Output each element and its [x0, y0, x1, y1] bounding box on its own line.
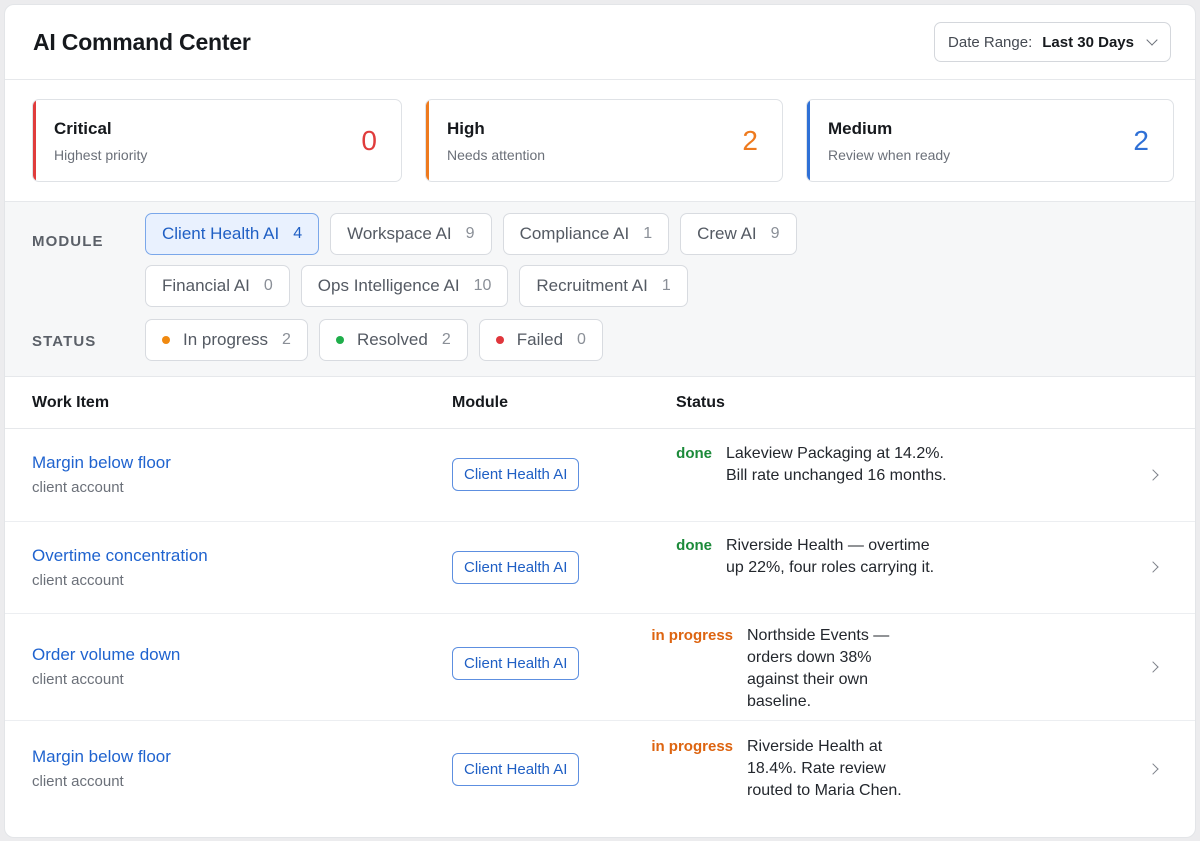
status-filter-label: STATUS: [32, 333, 97, 350]
chip-label: In progress: [183, 330, 269, 349]
module-chip-workspace-ai[interactable]: Workspace AI 9: [330, 213, 492, 255]
module-chips: Client Health AI 4 Workspace AI 9 Compli…: [145, 213, 845, 307]
date-range-dropdown[interactable]: Date Range: Last 30 Days: [934, 22, 1171, 62]
column-header-work-item: Work Item: [32, 393, 110, 411]
date-range-label: Date Range:: [948, 33, 1033, 51]
table-row[interactable]: Margin below floor client account Client…: [5, 721, 1195, 821]
module-filter-row: MODULE Client Health AI 4 Workspace AI 9…: [32, 213, 1171, 307]
chip-count: 4: [293, 225, 303, 242]
module-badge[interactable]: Client Health AI: [452, 753, 580, 786]
filter-panel: MODULE Client Health AI 4 Workspace AI 9…: [5, 202, 1195, 377]
chip-count: 0: [577, 331, 586, 348]
status-chips: In progress 2 Resolved 2 Failed 0: [145, 319, 845, 361]
chip-label: Resolved: [356, 330, 428, 349]
module-chip-recruitment-ai[interactable]: Recruitment AI 1: [519, 265, 688, 307]
chevron-right-icon[interactable]: [1147, 469, 1159, 481]
status-chip-failed[interactable]: Failed 0: [478, 319, 603, 361]
module-chip-ops-intelligence-ai[interactable]: Ops Intelligence AI 10: [300, 265, 509, 307]
module-badge[interactable]: Client Health AI: [452, 458, 580, 491]
chip-count: 2: [441, 331, 451, 348]
priority-cards: Critical Highest priority 0 High Needs a…: [5, 80, 1195, 202]
table-header: Work Item Module Status: [5, 377, 1195, 429]
card-subtitle: Highest priority: [54, 146, 148, 163]
work-item-title-link[interactable]: Order volume down: [32, 645, 180, 665]
work-item-title-link[interactable]: Margin below floor: [32, 453, 171, 473]
status-text: in progress: [651, 738, 733, 755]
module-chip-crew-ai[interactable]: Crew AI 9: [680, 213, 797, 255]
work-item-subtitle: client account: [32, 479, 124, 496]
module-chip-financial-ai[interactable]: Financial AI 0: [145, 265, 290, 307]
chevron-right-icon[interactable]: [1147, 561, 1159, 573]
status-description: Lakeview Packaging at 14.2%. Bill rate u…: [726, 445, 947, 484]
chip-label: Financial AI: [162, 276, 250, 295]
chip-label: Workspace AI: [347, 224, 452, 243]
status-chip-in-progress[interactable]: In progress 2: [145, 319, 308, 361]
work-item-title-link[interactable]: Margin below floor: [32, 747, 171, 767]
status-chip-resolved[interactable]: Resolved 2: [318, 319, 468, 361]
page-title: AI Command Center: [33, 28, 251, 55]
chip-label: Failed: [516, 330, 564, 349]
page-header: AI Command Center Date Range: Last 30 Da…: [5, 5, 1195, 80]
module-chip-client-health-ai[interactable]: Client Health AI 4: [145, 213, 320, 255]
chip-label: Ops Intelligence AI: [317, 276, 460, 295]
card-title: Critical: [54, 118, 112, 138]
status-filter-row: STATUS In progress 2 Resolved 2 Failed 0: [32, 319, 1171, 361]
date-range-value: Last 30 Days: [1042, 33, 1134, 51]
chevron-down-icon: [1146, 34, 1158, 46]
chip-label: Compliance AI: [519, 224, 630, 243]
chip-count: 1: [661, 277, 671, 294]
chip-label: Crew AI: [697, 224, 757, 243]
card-count: 2: [1133, 124, 1149, 156]
work-item-cell: Margin below floor client account: [32, 747, 171, 790]
priority-card-medium[interactable]: Medium Review when ready 2: [806, 99, 1174, 182]
work-item-cell: Order volume down client account: [32, 645, 180, 688]
work-item-subtitle: client account: [32, 572, 124, 589]
status-text: done: [676, 445, 712, 462]
work-item-subtitle: client account: [32, 671, 124, 688]
column-header-status: Status: [676, 393, 725, 411]
status-dot-icon: [162, 336, 170, 344]
module-chip-compliance-ai[interactable]: Compliance AI 1: [502, 213, 670, 255]
card-title: High: [447, 118, 485, 138]
card-subtitle: Review when ready: [828, 146, 951, 163]
chip-label: Client Health AI: [162, 224, 280, 243]
status-text: done: [676, 537, 712, 554]
table-row[interactable]: Margin below floor client account Client…: [5, 429, 1195, 522]
status-description: Riverside Health at 18.4%. Rate review r…: [747, 738, 902, 799]
chip-count: 9: [770, 225, 780, 242]
chip-label: Recruitment AI: [536, 276, 648, 295]
table-row[interactable]: Overtime concentration client account Cl…: [5, 522, 1195, 614]
status-description: Riverside Health — overtime up 22%, four…: [726, 537, 935, 576]
module-badge[interactable]: Client Health AI: [452, 551, 580, 584]
module-filter-label: MODULE: [32, 233, 104, 250]
chip-count: 0: [263, 277, 273, 294]
work-item-title-link[interactable]: Overtime concentration: [32, 546, 208, 566]
chip-count: 10: [473, 277, 492, 294]
work-item-subtitle: client account: [32, 773, 124, 790]
work-item-cell: Overtime concentration client account: [32, 546, 208, 589]
card-subtitle: Needs attention: [447, 146, 546, 163]
chip-count: 9: [465, 225, 475, 242]
work-item-cell: Margin below floor client account: [32, 453, 171, 496]
priority-card-high[interactable]: High Needs attention 2: [425, 99, 783, 182]
card-count: 0: [361, 124, 377, 156]
column-header-module: Module: [452, 393, 508, 411]
status-dot-icon: [335, 336, 344, 344]
status-description: Northside Events — orders down 38% again…: [747, 627, 890, 710]
status-dot-icon: [495, 336, 504, 344]
priority-card-critical[interactable]: Critical Highest priority 0: [32, 99, 402, 182]
module-badge[interactable]: Client Health AI: [452, 647, 580, 680]
chevron-right-icon[interactable]: [1147, 763, 1159, 775]
status-text: in progress: [651, 627, 733, 644]
card-count: 2: [742, 124, 758, 156]
chevron-right-icon[interactable]: [1147, 661, 1159, 673]
app-window: AI Command Center Date Range: Last 30 Da…: [4, 4, 1196, 838]
chip-count: 1: [643, 225, 653, 242]
card-title: Medium: [828, 118, 893, 138]
chip-count: 2: [282, 331, 291, 348]
table-row[interactable]: Order volume down client account Client …: [5, 614, 1195, 721]
